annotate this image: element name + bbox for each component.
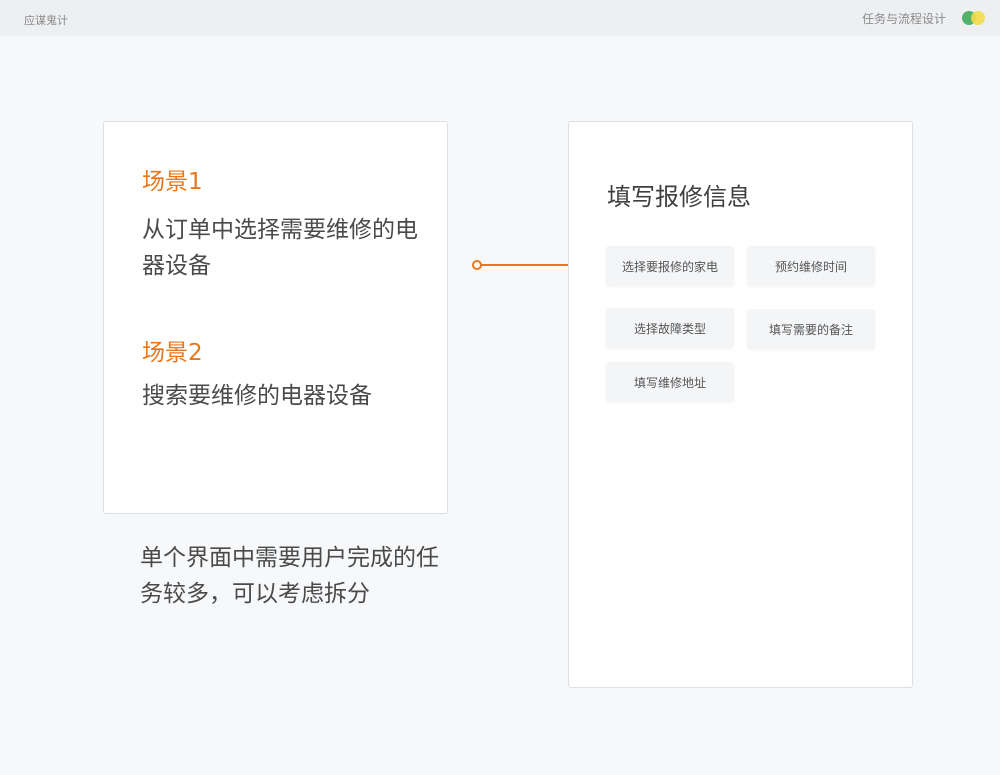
task-address-button[interactable]: 填写维修地址: [606, 362, 734, 402]
task-select-appliance-button[interactable]: 选择要报修的家电: [606, 246, 734, 286]
scenario-2-text: 搜索要维修的电器设备: [142, 383, 372, 409]
task-fault-type-button[interactable]: 选择故障类型: [606, 308, 734, 348]
scenario-1-text: 从订单中选择需要维修的电器设备: [142, 217, 418, 279]
scenario-1-label: 场景1: [142, 169, 203, 195]
brand-name: 应谋鬼计: [24, 14, 68, 27]
form-title: 填写报修信息: [607, 183, 751, 211]
scenario-2-label: 场景2: [142, 340, 203, 366]
task-schedule-time-button[interactable]: 预约维修时间: [747, 246, 875, 286]
section-title: 任务与流程设计: [861, 12, 946, 26]
logo-icon: [962, 11, 986, 25]
task-notes-button[interactable]: 填写需要的备注: [747, 309, 875, 349]
design-note: 单个界面中需要用户完成的任务较多，可以考虑拆分: [140, 545, 439, 607]
logo-yellow-dot: [971, 11, 985, 25]
top-bar: 应谋鬼计 任务与流程设计: [0, 0, 1000, 36]
scenario-card: 场景1 从订单中选择需要维修的电器设备 场景2 搜索要维修的电器设备: [103, 121, 448, 514]
connector-start-dot: [472, 260, 482, 270]
form-card: 填写报修信息 选择要报修的家电 预约维修时间 选择故障类型 填写需要的备注 填写…: [568, 121, 913, 688]
